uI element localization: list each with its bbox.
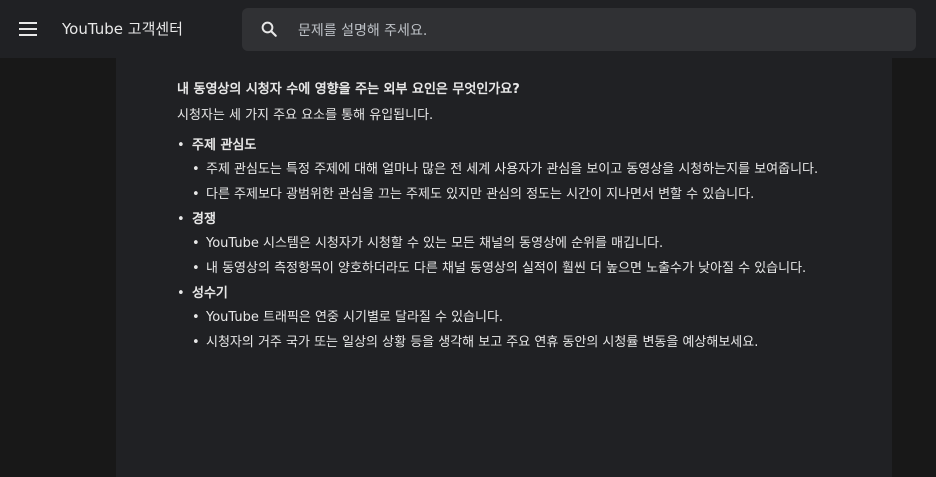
factor-seasonality: 성수기 YouTube 트래픽은 연중 시기별로 달라질 수 있습니다. 시청자… xyxy=(177,284,857,353)
article-panel: 내 동영상의 시청자 수에 영향을 주는 외부 요인은 무엇인가요? 시청자는 … xyxy=(116,58,892,477)
article-body: 내 동영상의 시청자 수에 영향을 주는 외부 요인은 무엇인가요? 시청자는 … xyxy=(177,80,857,358)
factor-points: YouTube 시스템은 시청자가 시청할 수 있는 모든 채널의 동영상에 순… xyxy=(192,234,857,279)
factor-title: 경쟁 xyxy=(192,212,216,227)
factor-list: 주제 관심도 주제 관심도는 특정 주제에 대해 얼마나 많은 전 세계 사용자… xyxy=(177,136,857,353)
app-title[interactable]: YouTube 고객센터 xyxy=(62,18,183,39)
list-item: 다른 주제보다 광범위한 관심을 끄는 주제도 있지만 관심의 정도는 시간이 … xyxy=(192,185,831,205)
list-item: 주제 관심도는 특정 주제에 대해 얼마나 많은 전 세계 사용자가 관심을 보… xyxy=(192,160,831,180)
factor-title: 주제 관심도 xyxy=(192,138,257,153)
list-item: YouTube 시스템은 시청자가 시청할 수 있는 모든 채널의 동영상에 순… xyxy=(192,234,831,254)
question-heading: 내 동영상의 시청자 수에 영향을 주는 외부 요인은 무엇인가요? xyxy=(177,82,520,97)
factor-points: YouTube 트래픽은 연중 시기별로 달라질 수 있습니다. 시청자의 거주… xyxy=(192,308,857,353)
factor-topic-interest: 주제 관심도 주제 관심도는 특정 주제에 대해 얼마나 많은 전 세계 사용자… xyxy=(177,136,857,205)
intro-text: 시청자는 세 가지 주요 요소를 통해 유입됩니다. xyxy=(177,108,434,123)
list-item: YouTube 트래픽은 연중 시기별로 달라질 수 있습니다. xyxy=(192,308,831,328)
search-input[interactable] xyxy=(296,8,900,53)
factor-points: 주제 관심도는 특정 주제에 대해 얼마나 많은 전 세계 사용자가 관심을 보… xyxy=(192,160,857,205)
list-item: 내 동영상의 측정항목이 양호하더라도 다른 채널 동영상의 실적이 훨씬 더 … xyxy=(192,259,831,279)
hamburger-menu-icon[interactable] xyxy=(19,22,37,36)
factor-competition: 경쟁 YouTube 시스템은 시청자가 시청할 수 있는 모든 채널의 동영상… xyxy=(177,210,857,279)
search-icon[interactable] xyxy=(260,20,278,38)
search-bar[interactable] xyxy=(242,8,916,53)
list-item: 시청자의 거주 국가 또는 일상의 상황 등을 생각해 보고 주요 연휴 동안의… xyxy=(192,333,831,353)
factor-title: 성수기 xyxy=(192,286,228,301)
top-app-bar: YouTube 고객센터 xyxy=(0,0,936,58)
